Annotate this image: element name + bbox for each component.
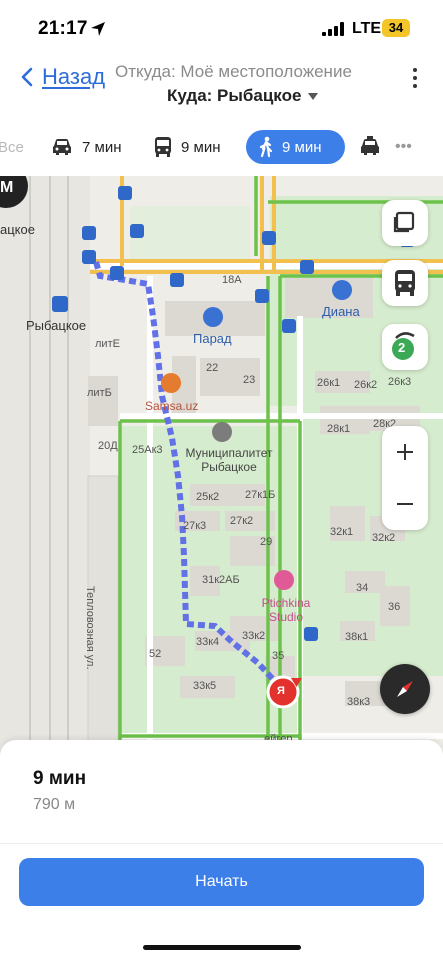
house-number: 38к3 (347, 696, 371, 708)
tab-walk-label: 9 мин (282, 138, 322, 156)
poi-parad-label[interactable]: Парад (193, 331, 232, 346)
transport-mode-tabs: Все 7 мин 9 мин 9 мин ••• (0, 118, 443, 176)
taxi-icon (361, 136, 379, 155)
poi-diana-label[interactable]: Диана (322, 304, 360, 319)
tab-all-label: Все (0, 138, 24, 156)
status-bar: 21:17 LTE 34 (0, 0, 443, 56)
transit-layer-button[interactable] (382, 260, 428, 306)
station-label[interactable]: Рыбацкое (26, 318, 86, 333)
route-distance: 790 м (33, 796, 76, 813)
house-number: 32к2 (372, 532, 396, 544)
house-number: 33к2 (242, 630, 266, 642)
house-number: 29 (260, 536, 273, 548)
house-number: 32к1 (330, 526, 354, 538)
back-button[interactable]: Назад (20, 64, 105, 90)
pedestrian-icon (259, 136, 273, 158)
minus-icon (397, 503, 413, 505)
bus-icon (155, 137, 171, 157)
tab-bus-label: 9 мин (181, 138, 221, 156)
status-time: 21:17 (38, 18, 88, 39)
location-arrow-icon (91, 22, 105, 36)
house-number: 33к4 (196, 636, 220, 648)
destination-marker-label[interactable]: Я (277, 685, 285, 697)
house-number: 28к1 (327, 423, 351, 435)
house-number: 34 (356, 582, 369, 594)
start-navigation-button[interactable]: Начать (19, 858, 424, 906)
zoom-controls (382, 426, 428, 530)
plus-icon (397, 444, 413, 460)
street-label: Тепловозная ул. (84, 586, 96, 670)
tab-public-transport[interactable]: 9 мин (153, 130, 221, 164)
house-number: литБ (87, 387, 112, 399)
tab-all-modes[interactable]: Все (0, 130, 24, 164)
tab-taxi[interactable] (357, 130, 391, 164)
house-number: 22 (206, 362, 219, 374)
metro-badge-label: М (0, 179, 14, 196)
house-number: 27к3 (183, 520, 207, 532)
tab-more[interactable]: ••• (395, 130, 412, 164)
house-number: 38к1 (345, 631, 369, 643)
house-number: литЕ (95, 338, 120, 350)
house-number: 27к2 (230, 515, 254, 527)
battery-indicator: 34 (382, 19, 410, 37)
house-number: 18А (222, 274, 242, 286)
route-destination-label: Куда: Рыбацкое (167, 86, 302, 105)
divider (0, 843, 443, 844)
dot-icon (413, 76, 417, 80)
network-type: LTE (352, 20, 382, 37)
back-label: Назад (42, 64, 106, 89)
house-number: 25Ак3 (132, 444, 163, 456)
transport-count: 2 (398, 340, 406, 355)
house-number: 26к3 (388, 376, 412, 388)
layers-icon (393, 211, 415, 233)
layers-button[interactable] (382, 200, 428, 246)
house-number: 23 (243, 374, 256, 386)
chevron-left-icon (21, 67, 33, 87)
more-menu-button[interactable] (408, 68, 422, 94)
poi-municipal-label[interactable]: Муниципалитет Рыбацкое (174, 446, 284, 474)
house-number: 31к2АБ (202, 574, 240, 586)
compass-button[interactable] (380, 664, 430, 714)
route-summary-sheet: 9 мин 790 м Начать (0, 740, 443, 960)
dot-icon (413, 84, 417, 88)
map-place-label: ацкое (0, 222, 35, 237)
map-view[interactable]: М ацкое Рыбацкое Парад Диана Samsa.uz Му… (0, 176, 443, 760)
house-number: 36 (388, 601, 401, 613)
bus-icon (395, 270, 415, 296)
caret-down-icon (308, 92, 319, 100)
home-indicator (143, 945, 301, 950)
dot-icon (413, 68, 417, 72)
house-number: 27к1Б (245, 489, 276, 501)
tab-more-label: ••• (395, 138, 412, 155)
route-header: Назад Откуда: Моё местоположение Куда: Р… (0, 56, 443, 118)
compass-icon (397, 681, 413, 697)
tab-car[interactable]: 7 мин (50, 130, 122, 164)
house-number: 26к1 (317, 377, 341, 389)
route-origin[interactable]: Откуда: Моё местоположение (115, 62, 352, 82)
house-number: 25к2 (196, 491, 220, 503)
route-duration: 9 мин (33, 768, 87, 789)
tab-car-label: 7 мин (82, 138, 122, 156)
house-number: 33к5 (193, 680, 217, 692)
poi-samsa-label[interactable]: Samsa.uz (145, 399, 198, 413)
house-number: 52 (149, 648, 162, 660)
car-icon (53, 139, 71, 155)
house-number: 20Д (98, 440, 118, 452)
zoom-in-button[interactable] (382, 426, 428, 478)
poi-studio-label[interactable]: Ptichkina Studio (256, 596, 316, 624)
cellular-signal-icon (322, 22, 344, 36)
house-number: 26к2 (354, 379, 378, 391)
nearby-transport-button[interactable]: 2 (382, 324, 428, 370)
house-number: 35 (272, 650, 285, 662)
tab-walking[interactable]: 9 мин (246, 130, 345, 164)
zoom-out-button[interactable] (382, 478, 428, 530)
route-destination[interactable]: Куда: Рыбацкое (167, 86, 319, 106)
